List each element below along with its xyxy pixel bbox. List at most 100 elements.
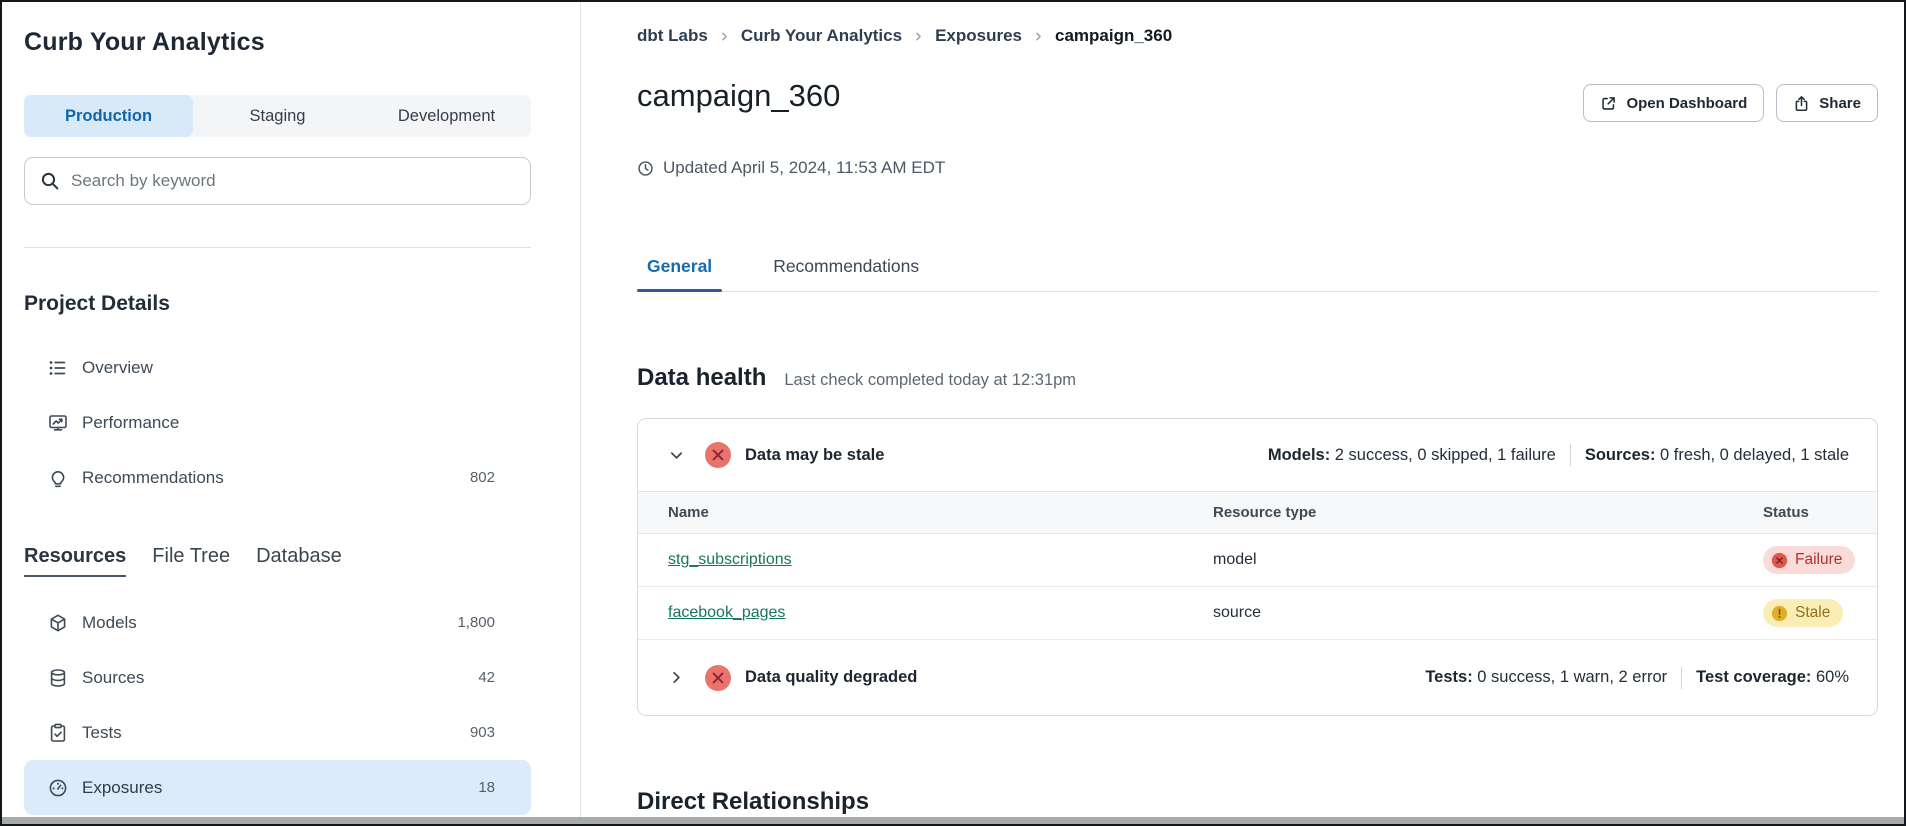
app-window: Curb Your Analytics Production Staging D…	[0, 0, 1906, 826]
coverage-stat-label: Test coverage:	[1696, 668, 1811, 686]
updated-timestamp: Updated April 5, 2024, 11:53 AM EDT	[637, 158, 1878, 178]
clipboard-check-icon	[48, 723, 68, 743]
warning-badge-icon	[1771, 605, 1788, 622]
project-details-heading: Project Details	[24, 292, 531, 316]
sources-stat-value: 0 fresh, 0 delayed, 1 stale	[1660, 446, 1849, 464]
stat-divider	[1681, 667, 1682, 689]
search-icon	[40, 171, 60, 191]
external-link-icon	[1600, 95, 1617, 112]
stat-divider	[1570, 444, 1571, 466]
stale-section-stats: Models: 2 success, 0 skipped, 1 failure …	[1268, 444, 1849, 466]
models-stat-value: 2 success, 0 skipped, 1 failure	[1335, 446, 1556, 464]
database-icon	[48, 668, 68, 688]
env-tab-production[interactable]: Production	[24, 95, 193, 137]
project-title: Curb Your Analytics	[24, 28, 531, 57]
status-badge-label: Failure	[1795, 551, 1842, 569]
open-dashboard-label: Open Dashboard	[1626, 95, 1747, 112]
sidebar: Curb Your Analytics Production Staging D…	[2, 2, 581, 817]
status-badge-failure: Failure	[1763, 546, 1855, 574]
sidebar-item-models[interactable]: Models 1,800	[24, 595, 531, 650]
quality-section-title: Data quality degraded	[745, 668, 917, 687]
environment-switcher: Production Staging Development	[24, 95, 531, 137]
resource-link-facebook-pages[interactable]: facebook_pages	[668, 604, 785, 621]
search-box[interactable]	[24, 157, 531, 205]
resource-view-tabs: Resources File Tree Database	[24, 545, 531, 577]
stale-section-header: Data may be stale Models: 2 success, 0 s…	[638, 419, 1877, 491]
table-row: stg_subscriptions model Failure	[638, 534, 1877, 587]
stale-section-title: Data may be stale	[745, 446, 884, 465]
sidebar-item-overview[interactable]: Overview	[24, 340, 531, 395]
sidebar-item-recommendations[interactable]: Recommendations 802	[24, 450, 531, 505]
status-badge-label: Stale	[1795, 604, 1830, 622]
sidebar-item-label: Performance	[82, 413, 179, 433]
resource-type-cell: model	[1213, 534, 1763, 587]
sidebar-item-label: Recommendations	[82, 468, 224, 488]
updated-text: Updated April 5, 2024, 11:53 AM EDT	[663, 158, 945, 178]
chevron-right-icon[interactable]	[666, 667, 687, 688]
performance-icon	[48, 413, 68, 433]
models-stat-label: Models:	[1268, 446, 1330, 464]
share-icon	[1793, 95, 1810, 112]
detail-tabs: General Recommendations	[637, 246, 1878, 292]
item-count: 802	[470, 469, 495, 486]
main-content: dbt Labs Curb Your Analytics Exposures c…	[581, 2, 1904, 817]
share-button[interactable]: Share	[1776, 84, 1878, 122]
column-header-status: Status	[1763, 492, 1877, 534]
data-health-heading: Data health	[637, 364, 766, 392]
clock-icon	[637, 160, 654, 177]
last-check-text: Last check completed today at 12:31pm	[784, 371, 1076, 390]
resource-link-stg-subscriptions[interactable]: stg_subscriptions	[668, 551, 792, 568]
coverage-stat-value: 60%	[1816, 668, 1849, 686]
quality-section-header: Data quality degraded Tests: 0 success, …	[638, 640, 1877, 715]
sidebar-item-sources[interactable]: Sources 42	[24, 650, 531, 705]
list-icon	[48, 358, 68, 378]
page-title: campaign_360	[637, 76, 840, 116]
breadcrumb-item-exposures[interactable]: Exposures	[935, 26, 1022, 46]
tab-database[interactable]: Database	[256, 545, 342, 577]
open-dashboard-button[interactable]: Open Dashboard	[1583, 84, 1764, 122]
window-bottom-edge	[2, 817, 1904, 824]
breadcrumb: dbt Labs Curb Your Analytics Exposures c…	[637, 26, 1878, 46]
tab-file-tree[interactable]: File Tree	[152, 545, 230, 577]
sidebar-item-exposures[interactable]: Exposures 18	[24, 760, 531, 815]
tab-resources[interactable]: Resources	[24, 545, 126, 577]
env-tab-development[interactable]: Development	[362, 95, 531, 137]
env-tab-staging[interactable]: Staging	[193, 95, 362, 137]
breadcrumb-item-current: campaign_360	[1055, 26, 1172, 46]
status-badge-stale: Stale	[1763, 599, 1843, 627]
data-health-card: Data may be stale Models: 2 success, 0 s…	[637, 418, 1878, 716]
chevron-right-icon	[1033, 31, 1044, 42]
chevron-down-icon[interactable]	[666, 445, 687, 466]
sidebar-item-tests[interactable]: Tests 903	[24, 705, 531, 760]
sidebar-item-performance[interactable]: Performance	[24, 395, 531, 450]
tab-recommendations[interactable]: Recommendations	[763, 246, 929, 291]
sidebar-divider	[24, 247, 531, 248]
column-header-resource-type: Resource type	[1213, 492, 1763, 534]
chevron-right-icon	[719, 31, 730, 42]
chevron-right-icon	[913, 31, 924, 42]
sources-stat-label: Sources:	[1585, 446, 1656, 464]
item-count: 42	[478, 669, 495, 686]
tests-stat-value: 0 success, 1 warn, 2 error	[1477, 668, 1667, 686]
item-count: 1,800	[457, 614, 495, 631]
header-actions: Open Dashboard Share	[1583, 84, 1878, 122]
search-input[interactable]	[71, 171, 515, 191]
lightbulb-icon	[48, 468, 68, 488]
sidebar-item-label: Exposures	[82, 778, 162, 798]
breadcrumb-item-account[interactable]: dbt Labs	[637, 26, 708, 46]
quality-section-stats: Tests: 0 success, 1 warn, 2 error Test c…	[1425, 667, 1849, 689]
direct-relationships-heading: Direct Relationships	[637, 788, 1878, 816]
error-badge-icon	[1771, 552, 1788, 569]
resources-nav: Models 1,800 Sources 42 Tests 903	[24, 595, 531, 815]
tab-general[interactable]: General	[637, 246, 722, 291]
breadcrumb-item-project[interactable]: Curb Your Analytics	[741, 26, 902, 46]
sidebar-item-label: Tests	[82, 723, 122, 743]
share-label: Share	[1819, 95, 1861, 112]
item-count: 18	[478, 779, 495, 796]
sidebar-item-label: Overview	[82, 358, 153, 378]
error-status-icon	[704, 441, 732, 469]
table-header-row: Name Resource type Status	[638, 492, 1877, 534]
project-details-nav: Overview Performance Recommendations 802	[24, 340, 531, 505]
table-row: facebook_pages source Stale	[638, 587, 1877, 640]
gauge-icon	[48, 778, 68, 798]
